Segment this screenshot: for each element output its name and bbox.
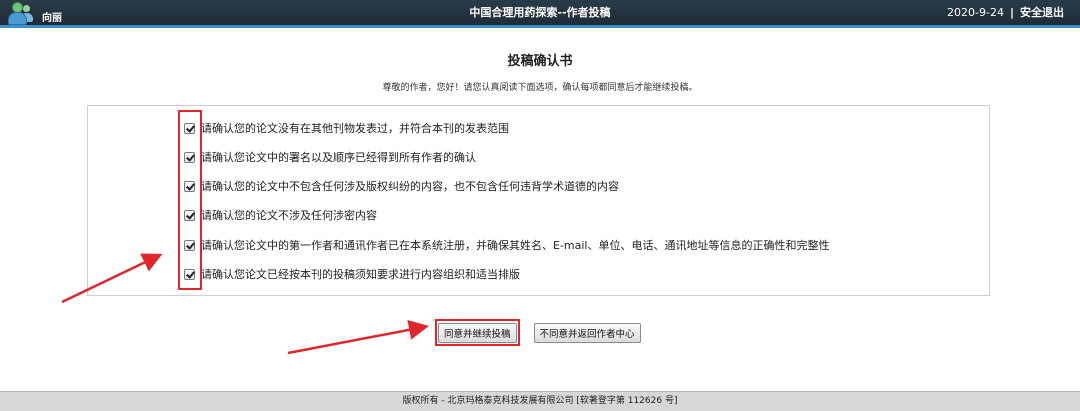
confirm-item-label: 请确认您的论文不涉及任何涉密内容 <box>201 209 377 222</box>
confirm-item: 请确认您论文中的署名以及顺序已经得到所有作者的确认 <box>184 147 476 167</box>
annotation-highlight-checkboxes <box>178 110 202 290</box>
confirm-item: 请确认您的论文不涉及任何涉密内容 <box>184 205 377 225</box>
header-separator: | <box>1009 6 1014 19</box>
header-right: 2020-9-24 | 安全退出 <box>947 0 1064 25</box>
confirm-item-label: 请确认您的论文中不包含任何涉及版权纠纷的内容，也不包含任何违背学术道德的内容 <box>201 180 619 193</box>
confirm-item-label: 请确认您论文已经按本刊的投稿须知要求进行内容组织和适当排版 <box>201 268 520 281</box>
confirm-item: 请确认您论文中的第一作者和通讯作者已在本系统注册，并确保其姓名、E-mail、单… <box>184 235 829 255</box>
app-title: 中国合理用药探索--作者投稿 <box>469 6 611 19</box>
annotation-highlight-agree: 同意并继续投稿 <box>435 319 520 346</box>
top-bar: 向丽 中国合理用药探索--作者投稿 2020-9-24 | 安全退出 <box>0 0 1080 25</box>
confirm-item: 请确认您的论文没有在其他刊物发表过，并符合本刊的发表范围 <box>184 118 509 138</box>
user-group-icon <box>6 1 36 25</box>
logout-link[interactable]: 安全退出 <box>1020 0 1064 25</box>
annotation-arrow <box>287 319 429 355</box>
header-accent-bar <box>0 25 1080 28</box>
confirm-item-label: 请确认您论文中的第一作者和通讯作者已在本系统注册，并确保其姓名、E-mail、单… <box>201 239 830 252</box>
page-title: 投稿确认书 <box>507 54 573 69</box>
agree-continue-button[interactable]: 同意并继续投稿 <box>438 323 517 343</box>
user-area: 向丽 <box>6 0 62 25</box>
disagree-wrap: 不同意并返回作者中心 <box>533 319 641 346</box>
confirm-item-label: 请确认您的论文没有在其他刊物发表过，并符合本刊的发表范围 <box>201 122 509 135</box>
current-date: 2020-9-24 <box>947 6 1004 19</box>
username: 向丽 <box>42 13 62 24</box>
confirm-item: 请确认您论文已经按本刊的投稿须知要求进行内容组织和适当排版 <box>184 264 520 284</box>
confirm-item: 请确认您的论文中不包含任何涉及版权纠纷的内容，也不包含任何违背学术道德的内容 <box>184 176 619 196</box>
footer: 版权所有 - 北京玛格泰克科技发展有限公司 [软著登字第 112626 号] <box>0 391 1080 411</box>
intro-text: 尊敬的作者，您好！请您认真阅读下面选项，确认每项都同意后才能继续投稿。 <box>382 83 698 93</box>
disagree-return-button[interactable]: 不同意并返回作者中心 <box>533 323 641 343</box>
action-buttons: 同意并继续投稿 不同意并返回作者中心 <box>435 319 641 346</box>
confirm-item-label: 请确认您论文中的署名以及顺序已经得到所有作者的确认 <box>201 151 476 164</box>
